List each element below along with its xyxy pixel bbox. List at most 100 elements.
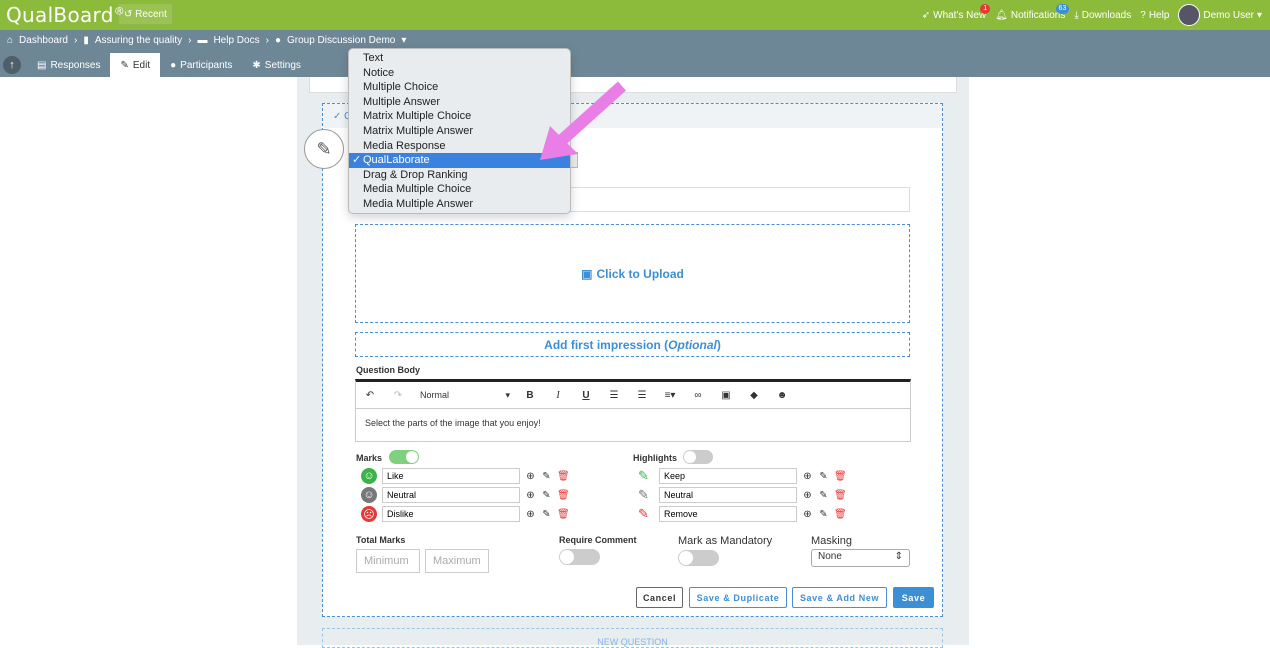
mark-label-input[interactable] (382, 487, 520, 503)
breadcrumb-project[interactable]: Assuring the quality (95, 35, 182, 46)
question-type-option[interactable]: Media Multiple Answer (349, 197, 570, 212)
trash-icon[interactable]: 🗑︎ (834, 471, 847, 482)
marks-toggle[interactable] (389, 450, 419, 464)
highlight-label-input[interactable] (659, 506, 797, 522)
require-comment-toggle[interactable] (559, 549, 600, 565)
save-duplicate-button[interactable]: Save & Duplicate (689, 587, 787, 608)
downloads-link[interactable]: ⤓ Downloads (1074, 10, 1131, 21)
undo-icon[interactable]: ↶ (356, 390, 384, 401)
app-logo[interactable]: QualBoard® (6, 3, 125, 27)
question-body-label: Question Body (356, 365, 421, 375)
rocket-icon: ➶ (921, 9, 931, 21)
question-type-option[interactable]: Text (349, 51, 570, 66)
format-select[interactable]: Normal ▾ (412, 390, 516, 401)
comments-icon: ● (274, 35, 281, 46)
user-menu[interactable]: Demo User ▾ (1178, 4, 1262, 26)
trash-icon[interactable]: 🗑︎ (557, 471, 570, 482)
highlight-label-input[interactable] (659, 487, 797, 503)
tab-participants[interactable]: ● Participants (160, 53, 242, 77)
plus-circle-icon[interactable]: ⊕ (802, 509, 813, 520)
tab-edit[interactable]: ✎ Edit (110, 53, 161, 77)
tab-settings[interactable]: ✱ Settings (242, 53, 311, 77)
tab-responses[interactable]: ▤ Responses (27, 53, 110, 77)
chevron-right-icon: › (188, 35, 192, 46)
updown-icon: ⇕ (894, 551, 903, 562)
smile-icon: ☺ (361, 468, 377, 484)
cancel-button[interactable]: Cancel (636, 587, 683, 608)
question-title-field[interactable] (570, 187, 910, 212)
image-insert-icon[interactable]: ▣ (712, 390, 740, 401)
bell-icon: 🔔︎ (995, 9, 1008, 21)
save-button[interactable]: Save (893, 587, 934, 608)
question-body-editor[interactable]: Select the parts of the image that you e… (355, 408, 911, 442)
back-up-button[interactable]: ↑ (3, 56, 21, 74)
check-icon: ✓ (333, 111, 342, 122)
plus-circle-icon[interactable]: ⊕ (525, 509, 536, 520)
whats-new-link[interactable]: ➶ What's New 1 (921, 3, 991, 21)
link-icon[interactable]: ∞ (684, 390, 712, 401)
pencil-icon[interactable]: ✎ (818, 471, 829, 482)
question-circle-icon: ? (1140, 9, 1146, 21)
help-link[interactable]: ? Help (1140, 10, 1169, 21)
breadcrumb-folder[interactable]: Help Docs (213, 35, 259, 46)
folder-icon: ▬ (197, 35, 208, 46)
save-add-new-button[interactable]: Save & Add New (792, 587, 887, 608)
history-icon: ↺ (124, 9, 133, 20)
building-icon: ▮ (83, 35, 89, 46)
eraser-icon[interactable]: ◆ (740, 390, 768, 401)
ordered-list-icon[interactable]: ☰ (600, 390, 628, 401)
mark-label-input[interactable] (382, 468, 520, 484)
question-type-option[interactable]: Media Multiple Choice (349, 182, 570, 197)
mark-mandatory-toggle[interactable] (678, 550, 719, 566)
pencil-icon[interactable]: ✎ (818, 490, 829, 501)
bold-icon[interactable]: B (516, 390, 544, 401)
align-icon[interactable]: ≡▾ (656, 390, 684, 401)
total-marks-min-input[interactable]: Minimum (356, 549, 420, 573)
pencil-icon[interactable]: ✎ (541, 509, 552, 520)
highlights-label: Highlights (633, 453, 677, 463)
highlight-row: ✎ ⊕ ✎ 🗑︎ (638, 506, 847, 522)
redo-icon[interactable]: ↷ (384, 390, 412, 401)
recent-button[interactable]: ↺ Recent (118, 3, 173, 25)
sub-navbar: ⌂ Dashboard › ▮ Assuring the quality › ▬… (0, 30, 1270, 77)
total-marks-max-input[interactable]: Maximum (425, 549, 489, 573)
new-question-button[interactable]: NEW QUESTION (322, 628, 943, 648)
highlights-toggle[interactable] (683, 450, 713, 464)
pencil-icon[interactable]: ✎ (541, 490, 552, 501)
gear-icon: ✱ (252, 59, 261, 71)
require-comment-label: Require Comment (559, 535, 637, 545)
pencil-icon[interactable]: ✎ (541, 471, 552, 482)
emoji-icon[interactable]: ☻ (768, 390, 796, 401)
breadcrumb-dashboard[interactable]: Dashboard (19, 35, 68, 46)
plus-circle-icon[interactable]: ⊕ (525, 490, 536, 501)
underline-icon[interactable]: U (572, 390, 600, 401)
highlight-label-input[interactable] (659, 468, 797, 484)
italic-icon[interactable]: I (544, 390, 572, 401)
bullet-list-icon[interactable]: ☰ (628, 390, 656, 401)
add-first-impression-button[interactable]: Add first impression (Optional) (355, 332, 910, 357)
mark-row: ☺ ⊕ ✎ 🗑︎ (361, 468, 570, 484)
pencil-icon[interactable]: ✎ (818, 509, 829, 520)
avatar (1178, 4, 1201, 26)
upload-dropzone[interactable]: ▣ Click to Upload (355, 224, 910, 323)
notifications-link[interactable]: 🔔︎ Notifications 63 (995, 3, 1070, 21)
plus-circle-icon[interactable]: ⊕ (802, 490, 813, 501)
trash-icon[interactable]: 🗑︎ (557, 490, 570, 501)
mark-label-input[interactable] (382, 506, 520, 522)
masking-select[interactable]: None ⇕ (811, 549, 910, 567)
checkmark-icon: ✓ (352, 154, 362, 167)
plus-circle-icon[interactable]: ⊕ (802, 471, 813, 482)
editor-toolbar: ↶ ↷ Normal ▾ B I U ☰ ☰ ≡▾ ∞ ▣ ◆ ☻ (355, 379, 911, 409)
mark-row: ☺ ⊕ ✎ 🗑︎ (361, 487, 570, 503)
breadcrumb-discussion[interactable]: Group Discussion Demo (287, 35, 395, 46)
trash-icon[interactable]: 🗑︎ (557, 509, 570, 520)
trash-icon[interactable]: 🗑︎ (834, 509, 847, 520)
plus-circle-icon[interactable]: ⊕ (525, 471, 536, 482)
frown-icon: ☹ (361, 506, 377, 522)
highlighter-icon: ✎ (638, 506, 649, 521)
question-type-option[interactable]: Drag & Drop Ranking (349, 168, 570, 183)
masking-label: Masking (811, 535, 852, 547)
arrow-up-icon: ↑ (9, 59, 15, 71)
trash-icon[interactable]: 🗑︎ (834, 490, 847, 501)
mark-row: ☹ ⊕ ✎ 🗑︎ (361, 506, 570, 522)
